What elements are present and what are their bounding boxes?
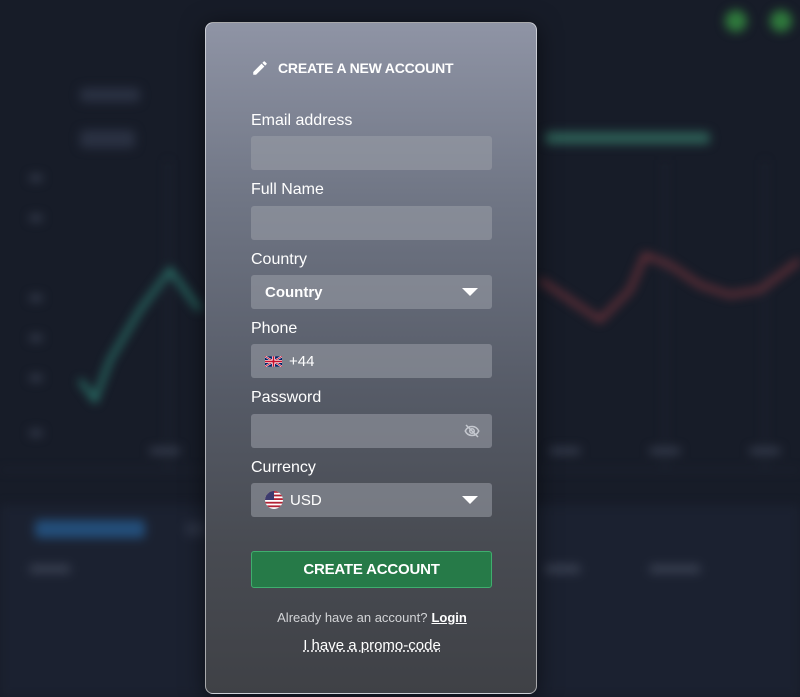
create-account-button[interactable]: CREATE ACCOUNT [251,551,492,588]
login-prompt-text: Already have an account? [277,610,428,625]
country-label: Country [251,251,308,268]
eye-off-icon[interactable] [462,422,482,440]
currency-selected-value: USD [290,491,322,509]
pencil-icon [253,61,267,75]
password-wrapper [251,414,492,448]
full-name-label: Full Name [251,181,324,198]
password-label: Password [251,389,322,406]
login-prompt-row: Already have an account? Login [206,610,538,625]
country-select[interactable]: Country [251,275,492,309]
phone-field[interactable]: +44 [251,344,492,378]
phone-prefix: +44 [289,352,315,370]
phone-label: Phone [251,320,298,337]
login-link[interactable]: Login [431,610,466,625]
us-flag-icon [265,491,283,509]
currency-label: Currency [251,459,316,476]
caret-down-icon [462,496,478,504]
promo-code-link[interactable]: I have a promo-code [206,637,538,654]
create-account-modal: CREATE A NEW ACCOUNT Email address Full … [205,22,537,694]
country-selected-value: Country [265,283,323,301]
modal-title-text: CREATE A NEW ACCOUNT [278,60,454,76]
email-field[interactable] [251,136,492,170]
currency-select[interactable]: USD [251,483,492,517]
uk-flag-icon[interactable] [265,355,282,367]
password-field[interactable] [251,414,492,448]
modal-title: CREATE A NEW ACCOUNT [251,59,454,77]
caret-down-icon [462,288,478,296]
email-label: Email address [251,112,353,129]
full-name-field[interactable] [251,206,492,240]
